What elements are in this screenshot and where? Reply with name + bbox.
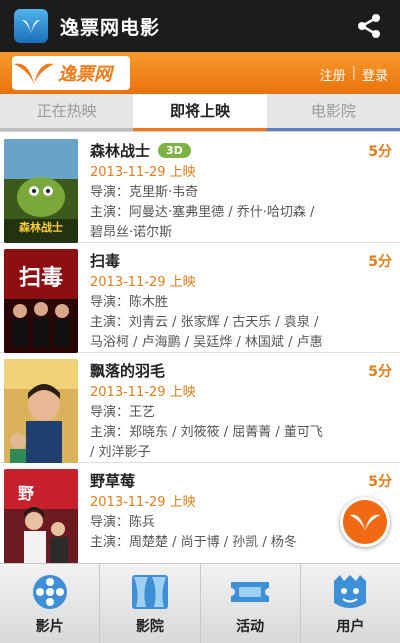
movie-title: 森林战士 bbox=[90, 141, 151, 160]
tab-indicator bbox=[266, 128, 400, 131]
nav-label: 影院 bbox=[135, 619, 164, 635]
login-link[interactable]: 登录 bbox=[362, 65, 388, 84]
tab-now-showing[interactable]: 正在热映 bbox=[0, 94, 134, 131]
movie-director: 导演：陈木胜 bbox=[90, 295, 169, 310]
movie-title: 飘落的羽毛 bbox=[90, 361, 166, 380]
brand-logo: 逸票网 bbox=[12, 56, 130, 90]
movie-cast-continued: 马浴柯 / 卢海鹏 / 吴廷烨 / 林国斌 / 卢惠 bbox=[90, 335, 323, 350]
nav-label: 影片 bbox=[35, 619, 64, 635]
tab-indicator bbox=[133, 128, 267, 131]
share-icon[interactable] bbox=[356, 13, 382, 39]
ticket-icon bbox=[228, 572, 272, 612]
movie-list[interactable]: 森林战士 森林战士 3D 5分 2013-11-29 上映 导演：克里斯·韦奇 … bbox=[0, 133, 400, 563]
release-date: 2013-11-29 上映 bbox=[90, 275, 196, 290]
brand-logo-text: 逸票网 bbox=[58, 64, 112, 85]
movie-poster[interactable]: 森林战士 bbox=[4, 139, 78, 243]
movie-score: 5分 bbox=[368, 364, 392, 380]
brand-wing-icon bbox=[14, 63, 54, 84]
movie-poster[interactable]: 扫毒 bbox=[4, 249, 78, 353]
movie-item[interactable]: 飘落的羽毛 5分 2013-11-29 上映 导演：王艺 主演：郑晓东 / 刘筱… bbox=[0, 353, 400, 463]
movie-cast: 主演：郑晓东 / 刘筱筱 / 屈菁菁 / 董可飞 bbox=[90, 425, 323, 440]
poster-title: 野 bbox=[18, 484, 34, 503]
movie-score: 5分 bbox=[368, 474, 392, 490]
nav-label: 活动 bbox=[236, 619, 265, 635]
logo-fab-button[interactable] bbox=[340, 497, 390, 547]
nav-films[interactable]: 影片 bbox=[0, 564, 101, 643]
tab-bar: 正在热映 即将上映 电影院 bbox=[0, 94, 400, 132]
tab-indicator bbox=[0, 128, 134, 131]
movie-cast: 主演：阿曼达·塞弗里德 / 乔什·哈切森 / bbox=[90, 205, 315, 220]
nav-user[interactable]: 用户 bbox=[301, 564, 400, 643]
movie-item[interactable]: 野 野草莓 5分 2013-11-29 上映 导演：陈兵 主演：周楚楚 / 尚于… bbox=[0, 463, 400, 563]
poster-title: 森林战士 bbox=[19, 220, 63, 234]
release-date: 2013-11-29 上映 bbox=[90, 385, 196, 400]
app-title: 逸票网电影 bbox=[60, 16, 161, 39]
tab-label: 电影院 bbox=[310, 102, 356, 120]
movie-poster[interactable]: 野 bbox=[4, 469, 78, 563]
tab-label: 即将上映 bbox=[169, 102, 230, 120]
title-bar: 逸票网电影 bbox=[0, 0, 400, 52]
tab-label: 正在热映 bbox=[36, 102, 97, 120]
tab-coming-soon[interactable]: 即将上映 bbox=[133, 94, 267, 131]
movie-title: 扫毒 bbox=[90, 251, 121, 270]
nav-cinemas[interactable]: 影院 bbox=[100, 564, 201, 643]
release-date: 2013-11-29 上映 bbox=[90, 165, 196, 180]
movie-director: 导演：克里斯·韦奇 bbox=[90, 185, 199, 200]
film-reel-icon bbox=[28, 572, 72, 612]
movie-poster[interactable] bbox=[4, 359, 78, 463]
bottom-nav: 影片 影院 活动 用户 bbox=[0, 563, 400, 643]
movie-director: 导演：王艺 bbox=[90, 405, 156, 420]
brand-bar: 逸票网 注册 | 登录 bbox=[0, 52, 400, 94]
movie-item[interactable]: 森林战士 森林战士 3D 5分 2013-11-29 上映 导演：克里斯·韦奇 … bbox=[0, 133, 400, 243]
logo-fab-icon bbox=[349, 514, 381, 531]
poster-title: 扫毒 bbox=[19, 265, 63, 291]
user-face-icon bbox=[328, 572, 372, 612]
3d-badge: 3D bbox=[158, 142, 191, 158]
movie-cast-continued: / 刘洋影子 bbox=[90, 445, 151, 460]
app-logo-icon bbox=[14, 9, 48, 43]
movie-cast: 主演：刘青云 / 张家辉 / 古天乐 / 袁泉 / bbox=[90, 315, 319, 330]
theater-curtain-icon bbox=[128, 572, 172, 612]
movie-title: 野草莓 bbox=[90, 471, 136, 490]
movie-score: 5分 bbox=[368, 144, 392, 160]
movie-score: 5分 bbox=[368, 254, 392, 270]
auth-separator: | bbox=[351, 65, 356, 80]
auth-links: 注册 | 登录 bbox=[320, 65, 388, 84]
tab-cinemas[interactable]: 电影院 bbox=[266, 94, 400, 131]
movie-item[interactable]: 扫毒 扫毒 5分 2013-11-29 上映 导演：陈木胜 主演：刘青云 / 张… bbox=[0, 243, 400, 353]
nav-events[interactable]: 活动 bbox=[201, 564, 301, 643]
nav-label: 用户 bbox=[336, 619, 365, 635]
movie-cast-continued: 碧昂丝·诺尔斯 bbox=[90, 225, 173, 240]
register-link[interactable]: 注册 bbox=[320, 65, 346, 84]
